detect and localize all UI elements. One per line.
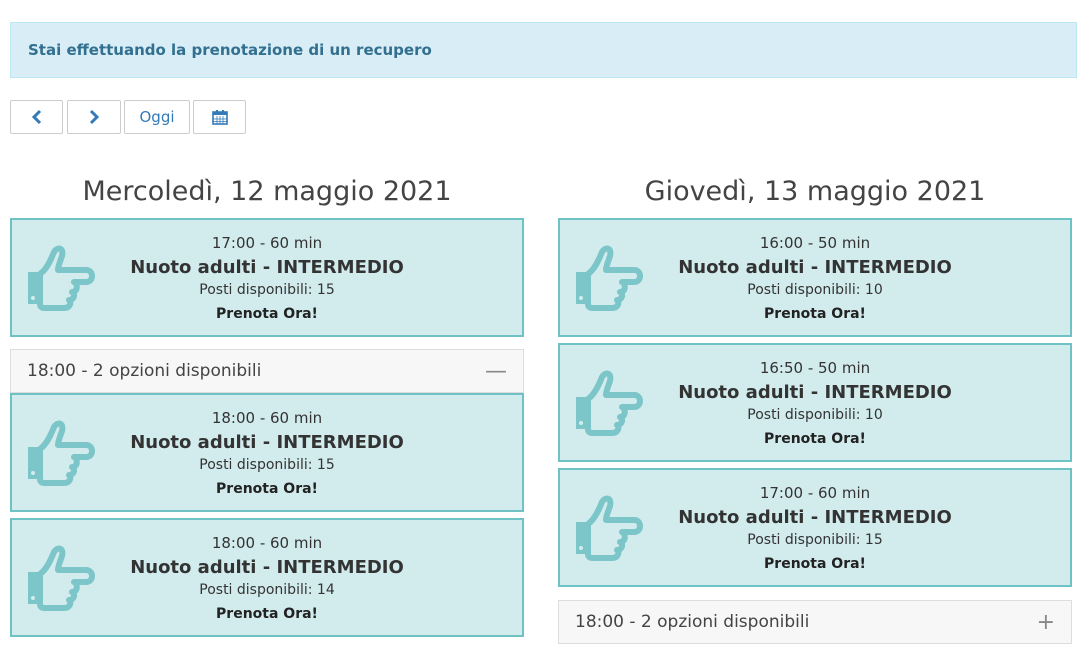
slot-time: 17:00 - 60 min: [211, 234, 323, 252]
slot-card[interactable]: 18:00 - 60 min Nuoto adulti - INTERMEDIO…: [10, 393, 524, 512]
slot-time: 17:00 - 60 min: [759, 484, 871, 502]
book-now-link[interactable]: Prenota Ora!: [12, 306, 522, 322]
slot-seats: Posti disponibili: 15: [199, 457, 335, 473]
slot-card[interactable]: 16:50 - 50 min Nuoto adulti - INTERMEDIO…: [558, 343, 1072, 462]
collapse-icon[interactable]: —: [485, 359, 507, 384]
calendar-button[interactable]: [193, 100, 246, 134]
time-group-header[interactable]: 18:00 - 2 opzioni disponibili +: [558, 600, 1072, 644]
recovery-booking-alert: Stai effettuando la prenotazione di un r…: [10, 22, 1077, 78]
chevron-right-icon: [89, 109, 100, 125]
calendar-icon: [211, 110, 228, 125]
slot-seats: Posti disponibili: 15: [199, 282, 335, 298]
slot-course: Nuoto adulti - INTERMEDIO: [130, 257, 404, 278]
slot-seats: Posti disponibili: 10: [747, 282, 883, 298]
slot-time: 16:50 - 50 min: [759, 359, 871, 377]
slot-time: 18:00 - 60 min: [211, 534, 323, 552]
slot-course: Nuoto adulti - INTERMEDIO: [678, 507, 952, 528]
book-now-link[interactable]: Prenota Ora!: [560, 556, 1070, 572]
chevron-left-icon: [31, 109, 41, 125]
time-group-header[interactable]: 18:00 - 2 opzioni disponibili —: [10, 349, 524, 393]
slot-seats: Posti disponibili: 15: [747, 532, 883, 548]
slot-time: 18:00 - 60 min: [211, 409, 323, 427]
slot-card[interactable]: 18:00 - 60 min Nuoto adulti - INTERMEDIO…: [10, 518, 524, 637]
next-button[interactable]: [67, 100, 121, 134]
time-group-label: 18:00 - 2 opzioni disponibili: [575, 612, 810, 632]
slot-seats: Posti disponibili: 10: [747, 407, 883, 423]
slot-time: 16:00 - 50 min: [759, 234, 871, 252]
today-button[interactable]: Oggi: [124, 100, 190, 134]
day-title-thursday: Giovedì, 13 maggio 2021: [644, 176, 986, 207]
slot-course: Nuoto adulti - INTERMEDIO: [678, 257, 952, 278]
slot-card[interactable]: 16:00 - 50 min Nuoto adulti - INTERMEDIO…: [558, 218, 1072, 337]
slot-seats: Posti disponibili: 14: [199, 582, 335, 598]
book-now-link[interactable]: Prenota Ora!: [12, 606, 522, 622]
day-title-wednesday: Mercoledì, 12 maggio 2021: [82, 176, 452, 207]
book-now-link[interactable]: Prenota Ora!: [560, 306, 1070, 322]
slot-card[interactable]: 17:00 - 60 min Nuoto adulti - INTERMEDIO…: [558, 468, 1072, 587]
previous-button[interactable]: [10, 100, 63, 134]
slot-course: Nuoto adulti - INTERMEDIO: [678, 382, 952, 403]
book-now-link[interactable]: Prenota Ora!: [560, 431, 1070, 447]
expand-icon[interactable]: +: [1037, 610, 1055, 635]
slot-course: Nuoto adulti - INTERMEDIO: [130, 432, 404, 453]
book-now-link[interactable]: Prenota Ora!: [12, 481, 522, 497]
slot-course: Nuoto adulti - INTERMEDIO: [130, 557, 404, 578]
time-group-label: 18:00 - 2 opzioni disponibili: [27, 361, 262, 381]
slot-card[interactable]: 17:00 - 60 min Nuoto adulti - INTERMEDIO…: [10, 218, 524, 337]
